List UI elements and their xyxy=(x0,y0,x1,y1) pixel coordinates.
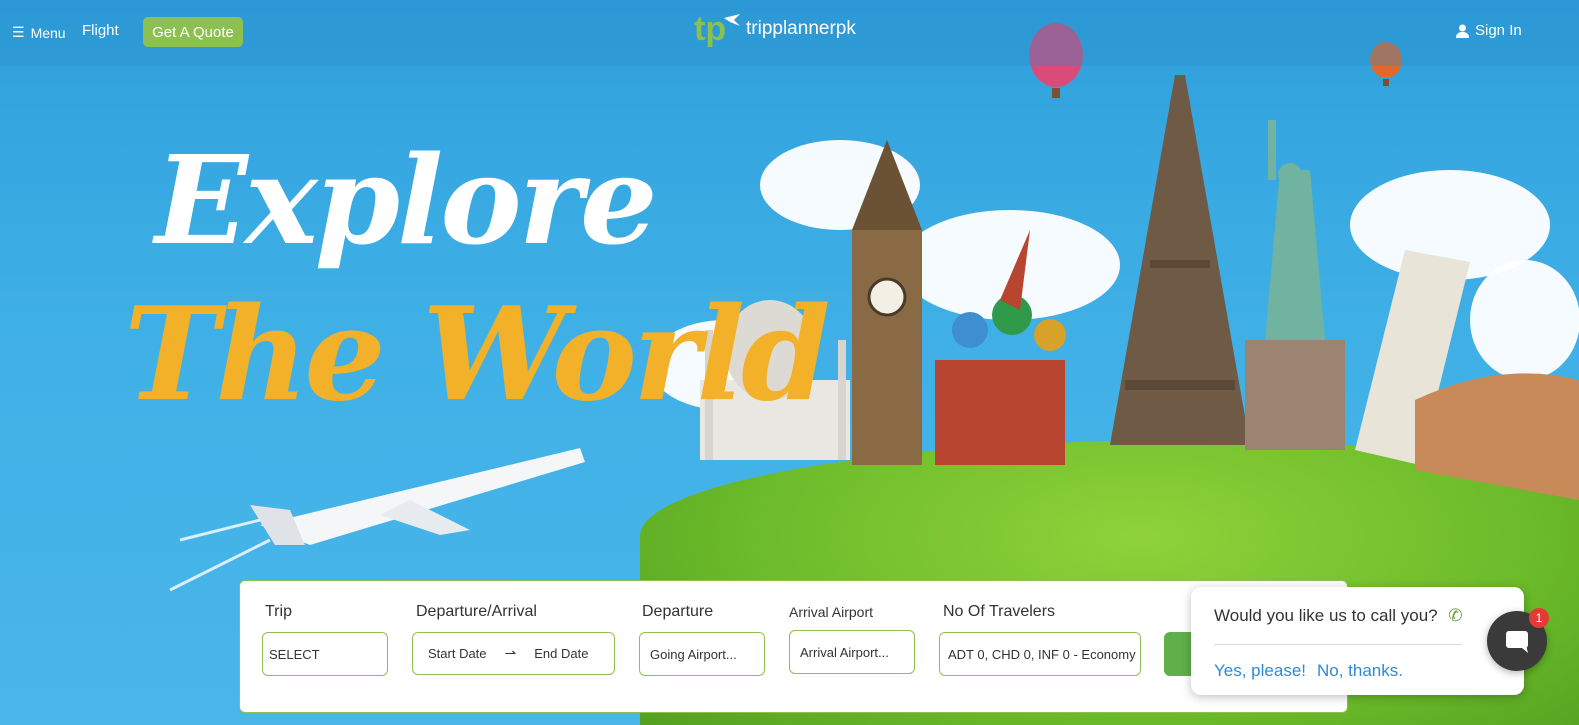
logo-text: tripplannerpk xyxy=(746,18,856,39)
divider xyxy=(1214,644,1462,645)
colosseum-icon xyxy=(1415,373,1579,500)
trip-select[interactable]: SELECT xyxy=(262,632,388,676)
callback-question: Would you like us to call you? ✆ xyxy=(1214,606,1463,626)
start-date-input[interactable]: Start Date xyxy=(428,646,487,661)
menu-button[interactable]: ☰ Menu xyxy=(12,24,66,41)
date-range-field[interactable]: Start Date ⇀ End Date xyxy=(412,632,615,675)
headline-the-world: The World xyxy=(124,280,831,430)
travelers-label: No Of Travelers xyxy=(943,603,1056,620)
departure-airport-input[interactable]: Going Airport... xyxy=(639,632,765,676)
trip-label: Trip xyxy=(265,603,292,620)
callback-question-text: Would you like us to call you? xyxy=(1214,606,1438,625)
statue-of-liberty-icon xyxy=(1245,120,1345,450)
travelers-select[interactable]: ADT 0, CHD 0, INF 0 - Economy xyxy=(939,632,1141,676)
phone-icon: ✆ xyxy=(1448,606,1463,625)
search-button[interactable] xyxy=(1164,632,1194,676)
logo-mark-icon: tp xyxy=(694,10,740,48)
arrow-right-icon: ⇀ xyxy=(504,645,517,661)
arrival-airport-label: Arrival Airport xyxy=(789,604,874,620)
get-a-quote-button[interactable]: Get A Quote xyxy=(143,17,243,47)
headline-explore: Explore xyxy=(155,128,658,272)
callback-popup: Would you like us to call you? ✆ Yes, pl… xyxy=(1191,587,1524,695)
callback-no-link[interactable]: No, thanks. xyxy=(1317,661,1403,681)
end-date-input[interactable]: End Date xyxy=(534,646,588,661)
big-ben-icon xyxy=(852,140,922,465)
callback-yes-link[interactable]: Yes, please! xyxy=(1214,661,1306,681)
site-logo[interactable]: tp tripplannerpk xyxy=(694,10,856,48)
sign-in-label: Sign In xyxy=(1475,22,1522,39)
departure-label: Departure xyxy=(642,603,714,620)
airplane-icon xyxy=(169,448,585,592)
eiffel-tower-icon xyxy=(1110,75,1250,445)
arrival-airport-input[interactable]: Arrival Airport... xyxy=(789,630,915,674)
user-icon xyxy=(1456,24,1469,38)
nav-link-flight[interactable]: Flight xyxy=(82,22,119,39)
dates-label: Departure/Arrival xyxy=(416,603,537,620)
hamburger-icon: ☰ xyxy=(12,24,25,40)
chat-notification-badge: 1 xyxy=(1529,608,1549,628)
sign-in-link[interactable]: Sign In xyxy=(1456,22,1522,39)
chat-bubble-icon xyxy=(1506,631,1528,653)
menu-label: Menu xyxy=(30,24,66,41)
st-basils-cathedral-icon xyxy=(935,230,1066,465)
svg-text:tp: tp xyxy=(694,10,726,48)
